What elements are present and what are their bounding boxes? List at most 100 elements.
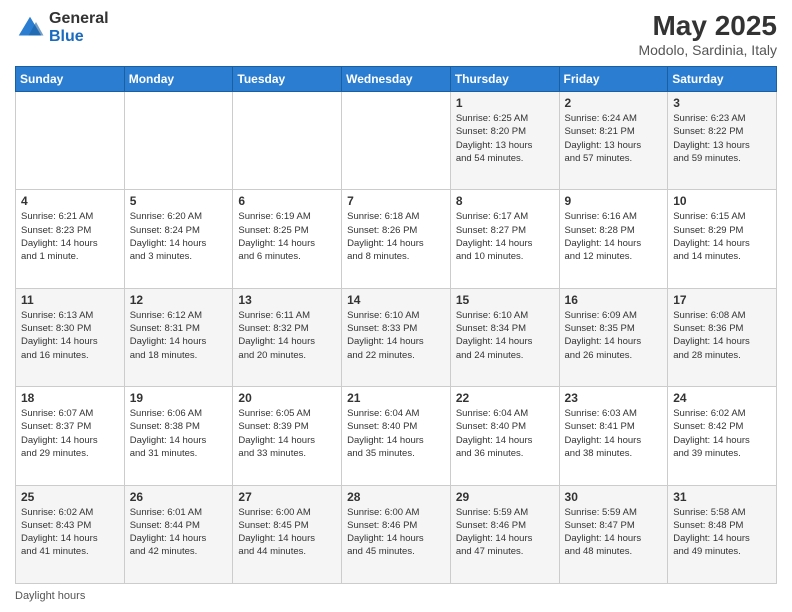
day-info: Sunrise: 6:00 AM Sunset: 8:45 PM Dayligh… — [238, 506, 336, 559]
day-info: Sunrise: 6:09 AM Sunset: 8:35 PM Dayligh… — [565, 309, 663, 362]
day-number: 15 — [456, 293, 554, 307]
calendar-header-row: Sunday Monday Tuesday Wednesday Thursday… — [16, 67, 777, 92]
calendar-week-3: 11 Sunrise: 6:13 AM Sunset: 8:30 PM Dayli… — [16, 288, 777, 386]
day-info: Sunrise: 6:05 AM Sunset: 8:39 PM Dayligh… — [238, 407, 336, 460]
day-info: Sunrise: 6:00 AM Sunset: 8:46 PM Dayligh… — [347, 506, 445, 559]
calendar-cell: 31 Sunrise: 5:58 AM Sunset: 8:48 PM Dayli… — [668, 485, 777, 583]
calendar-week-2: 4Sunrise: 6:21 AM Sunset: 8:23 PM Daylig… — [16, 190, 777, 288]
day-number: 13 — [238, 293, 336, 307]
day-number: 26 — [130, 490, 228, 504]
calendar-cell: 23 Sunrise: 6:03 AM Sunset: 8:41 PM Dayli… — [559, 387, 668, 485]
day-number: 14 — [347, 293, 445, 307]
day-info: Sunrise: 6:04 AM Sunset: 8:40 PM Dayligh… — [456, 407, 554, 460]
day-number: 31 — [673, 490, 771, 504]
calendar-cell: 10Sunrise: 6:15 AM Sunset: 8:29 PM Dayli… — [668, 190, 777, 288]
day-number: 23 — [565, 391, 663, 405]
day-info: Sunrise: 6:19 AM Sunset: 8:25 PM Dayligh… — [238, 210, 336, 263]
day-info: Sunrise: 6:10 AM Sunset: 8:34 PM Dayligh… — [456, 309, 554, 362]
calendar-cell: 12 Sunrise: 6:12 AM Sunset: 8:31 PM Dayli… — [124, 288, 233, 386]
calendar-week-5: 25 Sunrise: 6:02 AM Sunset: 8:43 PM Dayli… — [16, 485, 777, 583]
day-info: Sunrise: 6:12 AM Sunset: 8:31 PM Dayligh… — [130, 309, 228, 362]
day-number: 4 — [21, 194, 119, 208]
logo-blue-text: Blue — [49, 28, 109, 46]
day-number: 8 — [456, 194, 554, 208]
col-saturday: Saturday — [668, 67, 777, 92]
day-number: 29 — [456, 490, 554, 504]
day-info: Sunrise: 6:13 AM Sunset: 8:30 PM Dayligh… — [21, 309, 119, 362]
day-number: 2 — [565, 96, 663, 110]
header: General Blue May 2025 Modolo, Sardinia, … — [15, 10, 777, 58]
calendar-cell: 17 Sunrise: 6:08 AM Sunset: 8:36 PM Dayli… — [668, 288, 777, 386]
day-info: Sunrise: 6:03 AM Sunset: 8:41 PM Dayligh… — [565, 407, 663, 460]
daylight-label: Daylight hours — [15, 590, 85, 602]
calendar-week-1: 1Sunrise: 6:25 AM Sunset: 8:20 PM Daylig… — [16, 92, 777, 190]
day-number: 27 — [238, 490, 336, 504]
calendar-cell: 24Sunrise: 6:02 AM Sunset: 8:42 PM Dayli… — [668, 387, 777, 485]
day-number: 17 — [673, 293, 771, 307]
day-number: 12 — [130, 293, 228, 307]
col-sunday: Sunday — [16, 67, 125, 92]
day-number: 6 — [238, 194, 336, 208]
calendar-cell: 19 Sunrise: 6:06 AM Sunset: 8:38 PM Dayli… — [124, 387, 233, 485]
day-number: 11 — [21, 293, 119, 307]
calendar-cell: 28Sunrise: 6:00 AM Sunset: 8:46 PM Dayli… — [342, 485, 451, 583]
day-number: 3 — [673, 96, 771, 110]
calendar-cell: 16Sunrise: 6:09 AM Sunset: 8:35 PM Dayli… — [559, 288, 668, 386]
calendar-cell: 30Sunrise: 5:59 AM Sunset: 8:47 PM Dayli… — [559, 485, 668, 583]
col-monday: Monday — [124, 67, 233, 92]
day-number: 22 — [456, 391, 554, 405]
day-number: 20 — [238, 391, 336, 405]
calendar-cell: 25 Sunrise: 6:02 AM Sunset: 8:43 PM Dayli… — [16, 485, 125, 583]
calendar-cell: 5Sunrise: 6:20 AM Sunset: 8:24 PM Daylig… — [124, 190, 233, 288]
day-info: Sunrise: 6:01 AM Sunset: 8:44 PM Dayligh… — [130, 506, 228, 559]
day-info: Sunrise: 6:15 AM Sunset: 8:29 PM Dayligh… — [673, 210, 771, 263]
day-number: 21 — [347, 391, 445, 405]
day-info: Sunrise: 6:16 AM Sunset: 8:28 PM Dayligh… — [565, 210, 663, 263]
col-tuesday: Tuesday — [233, 67, 342, 92]
day-info: Sunrise: 6:23 AM Sunset: 8:22 PM Dayligh… — [673, 112, 771, 165]
calendar-week-4: 18Sunrise: 6:07 AM Sunset: 8:37 PM Dayli… — [16, 387, 777, 485]
subtitle: Modolo, Sardinia, Italy — [638, 42, 777, 58]
day-number: 24 — [673, 391, 771, 405]
title-block: May 2025 Modolo, Sardinia, Italy — [638, 10, 777, 58]
day-number: 25 — [21, 490, 119, 504]
day-number: 5 — [130, 194, 228, 208]
calendar-table: Sunday Monday Tuesday Wednesday Thursday… — [15, 66, 777, 584]
logo: General Blue — [15, 10, 109, 45]
logo-icon — [15, 13, 45, 43]
calendar-cell: 22 Sunrise: 6:04 AM Sunset: 8:40 PM Dayli… — [450, 387, 559, 485]
calendar-cell: 26 Sunrise: 6:01 AM Sunset: 8:44 PM Dayli… — [124, 485, 233, 583]
calendar-cell: 8 Sunrise: 6:17 AM Sunset: 8:27 PM Daylig… — [450, 190, 559, 288]
day-info: Sunrise: 6:17 AM Sunset: 8:27 PM Dayligh… — [456, 210, 554, 263]
main-title: May 2025 — [638, 10, 777, 42]
calendar-cell: 15 Sunrise: 6:10 AM Sunset: 8:34 PM Dayli… — [450, 288, 559, 386]
calendar-cell: 21 Sunrise: 6:04 AM Sunset: 8:40 PM Dayli… — [342, 387, 451, 485]
calendar-cell: 27 Sunrise: 6:00 AM Sunset: 8:45 PM Dayli… — [233, 485, 342, 583]
day-number: 9 — [565, 194, 663, 208]
day-info: Sunrise: 6:08 AM Sunset: 8:36 PM Dayligh… — [673, 309, 771, 362]
col-wednesday: Wednesday — [342, 67, 451, 92]
calendar-cell: 18Sunrise: 6:07 AM Sunset: 8:37 PM Dayli… — [16, 387, 125, 485]
day-info: Sunrise: 6:10 AM Sunset: 8:33 PM Dayligh… — [347, 309, 445, 362]
day-info: Sunrise: 6:02 AM Sunset: 8:43 PM Dayligh… — [21, 506, 119, 559]
col-thursday: Thursday — [450, 67, 559, 92]
calendar-cell: 13 Sunrise: 6:11 AM Sunset: 8:32 PM Dayli… — [233, 288, 342, 386]
day-info: Sunrise: 6:04 AM Sunset: 8:40 PM Dayligh… — [347, 407, 445, 460]
calendar-cell — [124, 92, 233, 190]
col-friday: Friday — [559, 67, 668, 92]
day-number: 1 — [456, 96, 554, 110]
day-info: Sunrise: 6:24 AM Sunset: 8:21 PM Dayligh… — [565, 112, 663, 165]
calendar-cell: 6 Sunrise: 6:19 AM Sunset: 8:25 PM Daylig… — [233, 190, 342, 288]
calendar-cell: 11 Sunrise: 6:13 AM Sunset: 8:30 PM Dayli… — [16, 288, 125, 386]
day-number: 30 — [565, 490, 663, 504]
day-info: Sunrise: 5:58 AM Sunset: 8:48 PM Dayligh… — [673, 506, 771, 559]
day-number: 18 — [21, 391, 119, 405]
calendar-cell — [233, 92, 342, 190]
footer: Daylight hours — [15, 590, 777, 602]
calendar-cell: 3 Sunrise: 6:23 AM Sunset: 8:22 PM Daylig… — [668, 92, 777, 190]
calendar-cell: 9 Sunrise: 6:16 AM Sunset: 8:28 PM Daylig… — [559, 190, 668, 288]
page: General Blue May 2025 Modolo, Sardinia, … — [0, 0, 792, 612]
day-info: Sunrise: 6:06 AM Sunset: 8:38 PM Dayligh… — [130, 407, 228, 460]
day-info: Sunrise: 6:11 AM Sunset: 8:32 PM Dayligh… — [238, 309, 336, 362]
day-number: 19 — [130, 391, 228, 405]
